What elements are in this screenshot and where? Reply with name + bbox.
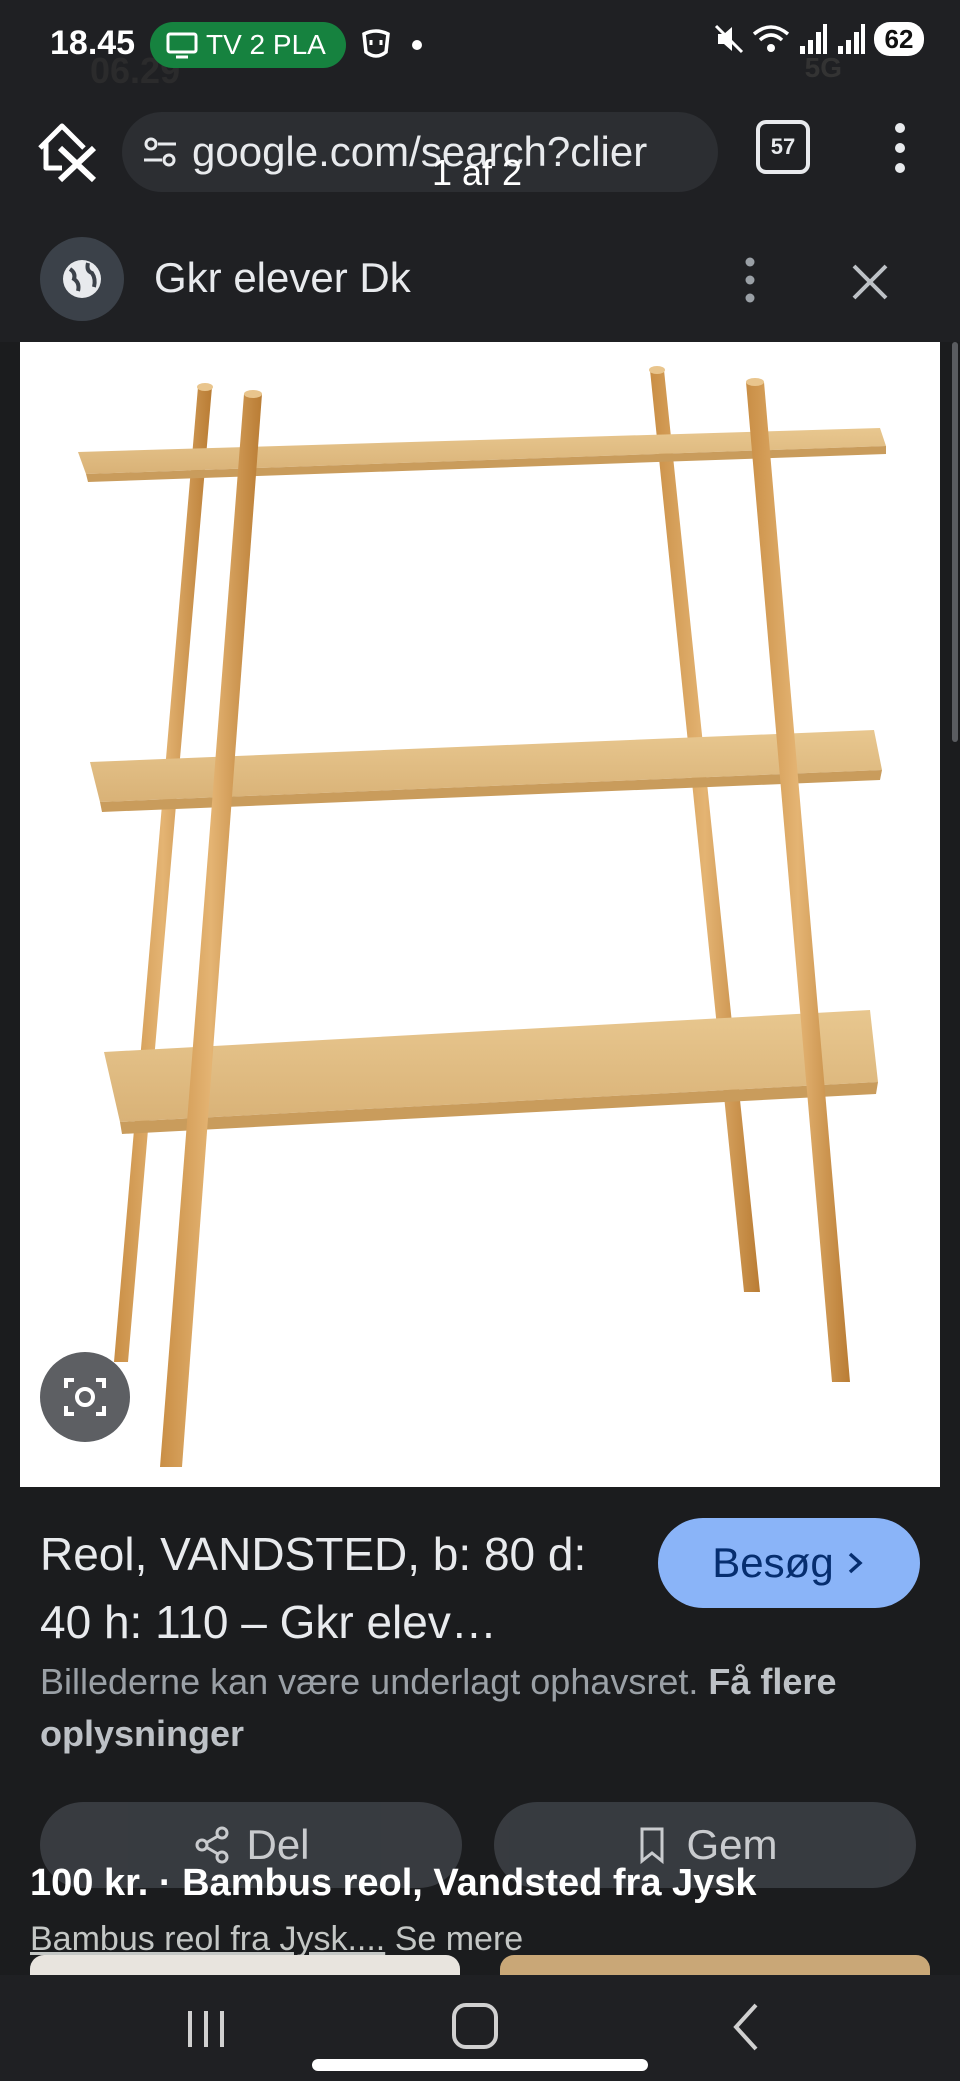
- mi-home-icon: [362, 29, 390, 58]
- status-time: 18.45: [50, 24, 136, 62]
- back-icon[interactable]: [728, 2001, 764, 2053]
- status-icons: 62: [714, 22, 924, 56]
- notification-dot: [412, 40, 422, 50]
- shelf-middle: [90, 730, 882, 812]
- more-vert-icon[interactable]: [884, 116, 916, 180]
- cast-screen-icon: [166, 32, 198, 59]
- signal-icon: [800, 24, 827, 54]
- close-icon[interactable]: [848, 260, 892, 304]
- network-type: 5G: [804, 52, 842, 83]
- system-nav-bar: [0, 1975, 960, 2081]
- bookmark-icon: [640, 1827, 664, 1865]
- battery-level: 62: [874, 22, 924, 56]
- source-header: Gkr elever Dk: [0, 212, 960, 342]
- home-button[interactable]: [452, 2003, 498, 2049]
- tab-switcher-button[interactable]: 57: [756, 120, 810, 174]
- site-settings-icon[interactable]: [140, 132, 180, 172]
- related-thumbnail[interactable]: [500, 1955, 930, 1975]
- recent-apps-icon[interactable]: [182, 2007, 230, 2051]
- home-icon[interactable]: [32, 116, 102, 186]
- related-result-title[interactable]: 100 kr. · Bambus reol, Vandsted fra Jysk: [30, 1862, 950, 1905]
- copyright-notice: Billederne kan være underlagt ophavsret.…: [40, 1656, 920, 1760]
- more-options-icon[interactable]: [732, 252, 768, 308]
- product-image[interactable]: [20, 342, 940, 1487]
- cast-indicator[interactable]: TV 2 PLA: [150, 22, 346, 68]
- copyright-text: Billederne kan være underlagt ophavsret.: [40, 1661, 699, 1702]
- address-bar[interactable]: google.com/search?clier: [122, 112, 718, 192]
- page-counter: 1 af 2: [432, 152, 523, 193]
- share-icon: [195, 1826, 229, 1864]
- lens-icon: [64, 1378, 106, 1416]
- signal-icon-2: [838, 24, 865, 54]
- gesture-handle[interactable]: [312, 2059, 648, 2071]
- related-snippet-text: Bambus reol fra Jysk....: [30, 1920, 386, 1958]
- globe-icon: [40, 237, 124, 321]
- related-thumbnail[interactable]: [30, 1955, 460, 1975]
- visit-label: Besøg: [712, 1539, 834, 1586]
- related-result-snippet: Bambus reol fra Jysk.... Se mere: [30, 1920, 523, 1959]
- lens-search-button[interactable]: [40, 1352, 130, 1442]
- shelf-bottom: [104, 1010, 878, 1134]
- scrollbar[interactable]: [952, 342, 958, 742]
- browser-toolbar: google.com/search?clier 1 af 2 57: [0, 92, 960, 212]
- status-bar: 06.29 18.45 TV 2 PLA 5G 62: [0, 0, 960, 92]
- bamboo-shelf-illustration: [78, 366, 886, 1467]
- result-title[interactable]: Reol, VANDSTED, b: 80 d: 40 h: 110 – Gkr…: [40, 1520, 640, 1656]
- wifi-icon: [752, 25, 790, 52]
- visit-button[interactable]: Besøg: [658, 1518, 920, 1608]
- mute-icon: [714, 24, 744, 54]
- see-more-link[interactable]: Se mere: [395, 1920, 524, 1958]
- cast-label: TV 2 PLA: [206, 29, 326, 60]
- source-title: Gkr elever Dk: [154, 254, 411, 301]
- chevron-right-icon: [848, 1552, 863, 1574]
- url-text: google.com/search?clier: [192, 128, 648, 175]
